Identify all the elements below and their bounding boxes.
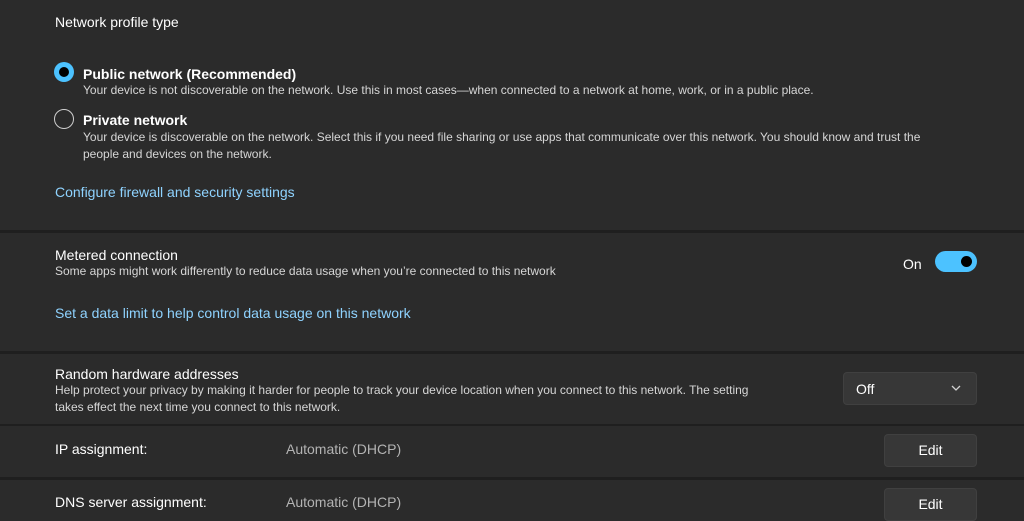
metered-toggle-label: On xyxy=(903,256,922,272)
dns-assignment-label: DNS server assignment: xyxy=(55,494,207,510)
private-network-label[interactable]: Private network xyxy=(83,112,187,128)
private-network-description-line2: people and devices on the network. xyxy=(83,147,272,161)
set-data-limit-link[interactable]: Set a data limit to help control data us… xyxy=(55,305,411,321)
ip-assignment-value: Automatic (DHCP) xyxy=(286,441,402,457)
metered-connection-toggle[interactable] xyxy=(935,251,977,272)
public-network-label[interactable]: Public network (Recommended) xyxy=(83,66,296,82)
metered-connection-description: Some apps might work differently to redu… xyxy=(55,264,556,278)
metered-connection-title: Metered connection xyxy=(55,247,178,263)
ip-assignment-label: IP assignment: xyxy=(55,441,148,457)
public-network-description: Your device is not discoverable on the n… xyxy=(83,83,814,97)
private-network-description-line1: Your device is discoverable on the netwo… xyxy=(83,130,921,144)
configure-firewall-link[interactable]: Configure firewall and security settings xyxy=(55,184,295,200)
dns-assignment-card: DNS server assignment: Automatic (DHCP) … xyxy=(0,480,1024,521)
random-hardware-dropdown[interactable]: Off xyxy=(843,372,977,405)
random-hardware-card: Random hardware addresses Help protect y… xyxy=(0,354,1024,424)
dns-edit-button[interactable]: Edit xyxy=(884,488,977,521)
network-profile-title: Network profile type xyxy=(55,14,179,30)
ip-edit-button[interactable]: Edit xyxy=(884,434,977,467)
random-hardware-description-line1: Help protect your privacy by making it h… xyxy=(55,383,749,397)
private-network-radio[interactable] xyxy=(54,109,74,129)
dns-assignment-value: Automatic (DHCP) xyxy=(286,494,402,510)
network-profile-card: Network profile type Public network (Rec… xyxy=(0,0,1024,230)
metered-connection-card: Metered connection Some apps might work … xyxy=(0,233,1024,351)
random-hardware-title: Random hardware addresses xyxy=(55,366,239,382)
public-network-radio[interactable] xyxy=(54,62,74,82)
ip-assignment-card: IP assignment: Automatic (DHCP) Edit xyxy=(0,426,1024,477)
toggle-knob xyxy=(961,256,972,267)
chevron-down-icon xyxy=(951,385,961,391)
random-hardware-description-line2: takes effect the next time you connect t… xyxy=(55,400,341,414)
dropdown-selected-value: Off xyxy=(856,381,875,397)
